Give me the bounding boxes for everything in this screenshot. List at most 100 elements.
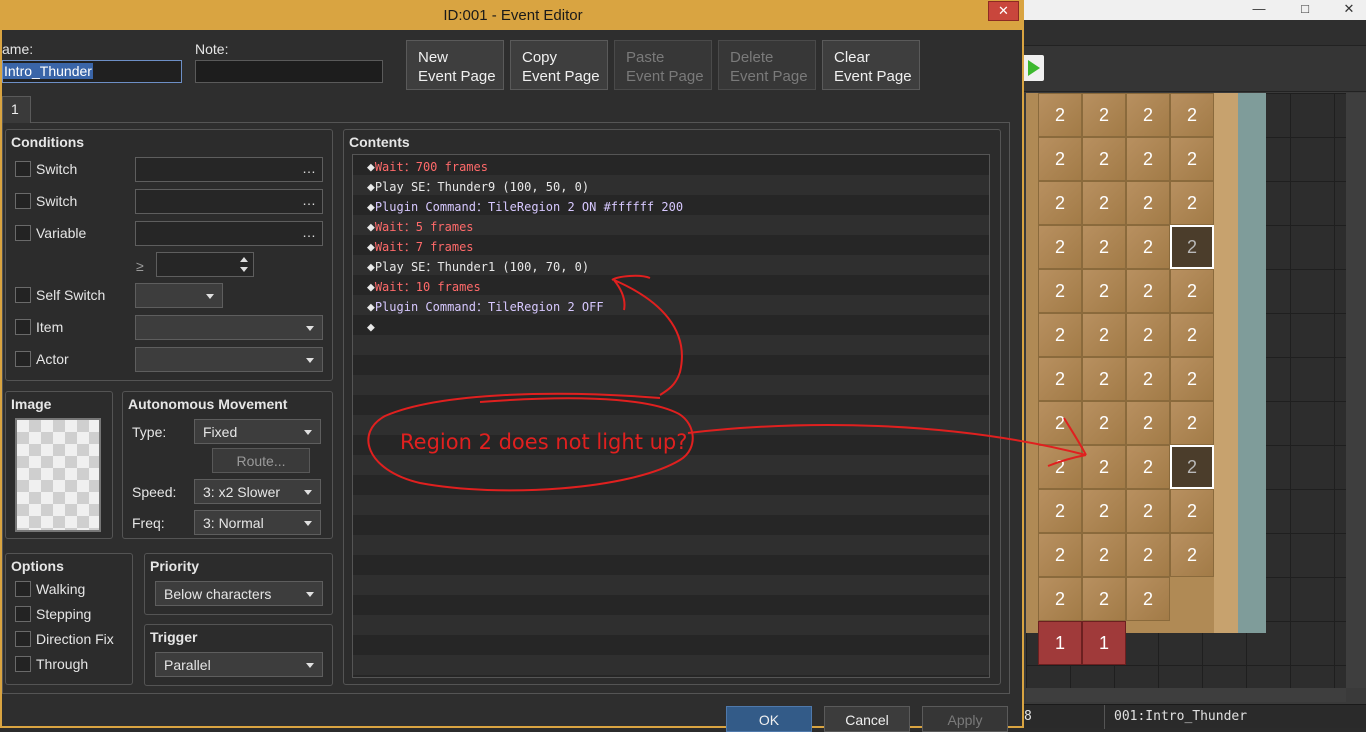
direction-fix-checkbox[interactable] xyxy=(15,631,31,647)
region-tile[interactable]: 2 xyxy=(1082,93,1126,137)
command-list[interactable]: ◆Wait：700 frames ◆Play SE：Thunder9 (100,… xyxy=(352,154,990,678)
item-select[interactable] xyxy=(135,315,323,340)
region-tile[interactable]: 2 xyxy=(1038,401,1082,445)
copy-event-page-button[interactable]: Copy Event Page xyxy=(510,40,608,90)
switch1-checkbox[interactable] xyxy=(15,161,31,177)
trigger-select[interactable]: Parallel xyxy=(155,652,323,677)
region-tile[interactable]: 1 xyxy=(1038,621,1082,665)
command-line[interactable]: ◆Plugin Command：TileRegion 2 ON #ffffff … xyxy=(367,197,683,217)
variable-value-spinner[interactable] xyxy=(156,252,254,277)
region-tile[interactable]: 2 xyxy=(1038,137,1082,181)
region-tile[interactable]: 2 xyxy=(1170,137,1214,181)
note-field[interactable] xyxy=(195,60,383,83)
region-tile[interactable]: 2 xyxy=(1126,93,1170,137)
switch2-selector[interactable]: … xyxy=(135,189,323,214)
spin-down-icon[interactable] xyxy=(240,267,248,272)
actor-checkbox[interactable] xyxy=(15,351,31,367)
variable-checkbox[interactable] xyxy=(15,225,31,241)
event-image-preview[interactable] xyxy=(15,418,101,532)
region-tile[interactable]: 2 xyxy=(1082,181,1126,225)
region-tile[interactable]: 2 xyxy=(1082,137,1126,181)
close-icon[interactable]: ✕ xyxy=(1336,0,1362,20)
command-line[interactable]: ◆Play SE：Thunder1 (100, 70, 0) xyxy=(367,257,589,277)
region-tile[interactable]: 1 xyxy=(1082,621,1126,665)
map-vertical-scrollbar[interactable] xyxy=(1346,93,1366,688)
region-tile[interactable]: 2 xyxy=(1082,313,1126,357)
minimize-icon[interactable]: — xyxy=(1246,0,1272,20)
region-tile[interactable]: 2 xyxy=(1082,401,1126,445)
region-tile[interactable]: 2 xyxy=(1170,181,1214,225)
command-line[interactable]: ◆Plugin Command：TileRegion 2 OFF xyxy=(367,297,604,317)
freq-select[interactable]: 3: Normal xyxy=(194,510,321,535)
region-tile[interactable]: 2 xyxy=(1126,533,1170,577)
variable-selector[interactable]: … xyxy=(135,221,323,246)
command-line[interactable]: ◆Wait：7 frames xyxy=(367,237,474,257)
clear-event-page-button[interactable]: Clear Event Page xyxy=(822,40,920,90)
switch1-selector[interactable]: … xyxy=(135,157,323,182)
through-checkbox[interactable] xyxy=(15,656,31,672)
ok-button[interactable]: OK xyxy=(726,706,812,732)
command-line[interactable]: ◆Play SE：Thunder9 (100, 50, 0) xyxy=(367,177,589,197)
region-tile[interactable]: 2 xyxy=(1082,577,1126,621)
delete-event-page-button[interactable]: Delete Event Page xyxy=(718,40,816,90)
region-tile[interactable]: 2 xyxy=(1038,269,1082,313)
region-tile[interactable]: 2 xyxy=(1126,137,1170,181)
region-tile[interactable]: 2 xyxy=(1170,489,1214,533)
command-line[interactable]: ◆ xyxy=(367,317,375,337)
region-tile[interactable]: 2 xyxy=(1038,181,1082,225)
region-tile[interactable]: 2 xyxy=(1126,401,1170,445)
region-tile[interactable]: 2 xyxy=(1170,269,1214,313)
walking-checkbox[interactable] xyxy=(15,581,31,597)
command-line[interactable]: ◆Wait：700 frames xyxy=(367,157,488,177)
region-tile[interactable]: 2 xyxy=(1126,357,1170,401)
region-tile[interactable]: 2 xyxy=(1126,445,1170,489)
region-tile[interactable]: 2 xyxy=(1170,401,1214,445)
item-checkbox[interactable] xyxy=(15,319,31,335)
actor-select[interactable] xyxy=(135,347,323,372)
tab-page-1[interactable]: 1 xyxy=(2,96,31,123)
name-field[interactable]: Intro_Thunder xyxy=(2,60,182,83)
region-tile[interactable]: 2 xyxy=(1082,269,1126,313)
map-view[interactable]: 2222222222222222222222222222222222222222… xyxy=(1026,93,1346,688)
region-tile[interactable]: 2 xyxy=(1126,181,1170,225)
region-tile[interactable]: 2 xyxy=(1082,357,1126,401)
play-test-icon[interactable] xyxy=(1022,55,1044,81)
region-tile[interactable]: 2 xyxy=(1126,225,1170,269)
region-tile[interactable]: 2 xyxy=(1170,357,1214,401)
region-tile[interactable]: 2 xyxy=(1082,445,1126,489)
cancel-button[interactable]: Cancel xyxy=(824,706,910,732)
region-tile[interactable]: 2 xyxy=(1038,489,1082,533)
close-button[interactable]: ✕ xyxy=(988,1,1019,21)
region-tile[interactable]: 2 xyxy=(1082,225,1126,269)
movement-type-select[interactable]: Fixed xyxy=(194,419,321,444)
spin-up-icon[interactable] xyxy=(240,257,248,262)
region-tile[interactable]: 2 xyxy=(1170,225,1214,269)
new-event-page-button[interactable]: New Event Page xyxy=(406,40,504,90)
paste-event-page-button[interactable]: Paste Event Page xyxy=(614,40,712,90)
region-tile[interactable]: 2 xyxy=(1126,269,1170,313)
region-tile[interactable]: 2 xyxy=(1170,445,1214,489)
map-horizontal-scrollbar[interactable] xyxy=(1026,688,1346,702)
priority-select[interactable]: Below characters xyxy=(155,581,323,606)
region-tile[interactable]: 2 xyxy=(1082,533,1126,577)
command-line[interactable]: ◆Wait：10 frames xyxy=(367,277,481,297)
switch2-checkbox[interactable] xyxy=(15,193,31,209)
region-tile[interactable]: 2 xyxy=(1038,225,1082,269)
region-tile[interactable]: 2 xyxy=(1126,313,1170,357)
region-tile[interactable]: 2 xyxy=(1038,313,1082,357)
region-tile[interactable]: 2 xyxy=(1038,357,1082,401)
region-tile[interactable]: 2 xyxy=(1126,489,1170,533)
region-tile[interactable]: 2 xyxy=(1038,93,1082,137)
region-tile[interactable]: 2 xyxy=(1170,313,1214,357)
speed-select[interactable]: 3: x2 Slower xyxy=(194,479,321,504)
region-tile[interactable]: 2 xyxy=(1170,533,1214,577)
self-switch-checkbox[interactable] xyxy=(15,287,31,303)
region-tile[interactable]: 2 xyxy=(1082,489,1126,533)
region-tile[interactable]: 2 xyxy=(1038,577,1082,621)
route-button[interactable]: Route... xyxy=(212,448,310,473)
self-switch-select[interactable] xyxy=(135,283,223,308)
stepping-checkbox[interactable] xyxy=(15,606,31,622)
region-tile[interactable]: 2 xyxy=(1126,577,1170,621)
region-tile[interactable]: 2 xyxy=(1038,445,1082,489)
maximize-icon[interactable]: □ xyxy=(1292,0,1318,20)
